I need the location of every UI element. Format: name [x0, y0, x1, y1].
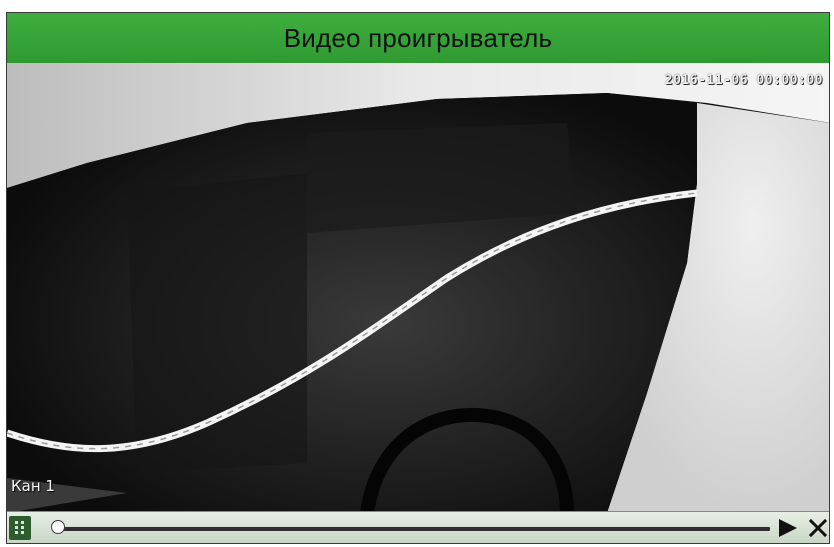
- video-frame: 2016-11-06 00:00:00 Кан 1: [7, 63, 829, 513]
- window-title: Видео проигрыватель: [283, 22, 553, 53]
- close-button[interactable]: [807, 517, 829, 539]
- channel-label: Кан 1: [11, 477, 55, 495]
- play-button[interactable]: [776, 517, 800, 539]
- timestamp-overlay: 2016-11-06 00:00:00: [664, 73, 823, 88]
- close-icon: [808, 518, 828, 538]
- drag-grip-icon[interactable]: [9, 516, 31, 540]
- camera-image: [7, 63, 829, 513]
- play-icon: [779, 519, 797, 537]
- playback-controls: [7, 511, 829, 543]
- seek-bar[interactable]: [53, 526, 771, 532]
- video-player-window: Видео проигрыватель 2016-11-06 00:00:00 …: [6, 12, 830, 544]
- title-bar[interactable]: Видео проигрыватель: [7, 13, 829, 63]
- seek-handle[interactable]: [51, 520, 65, 534]
